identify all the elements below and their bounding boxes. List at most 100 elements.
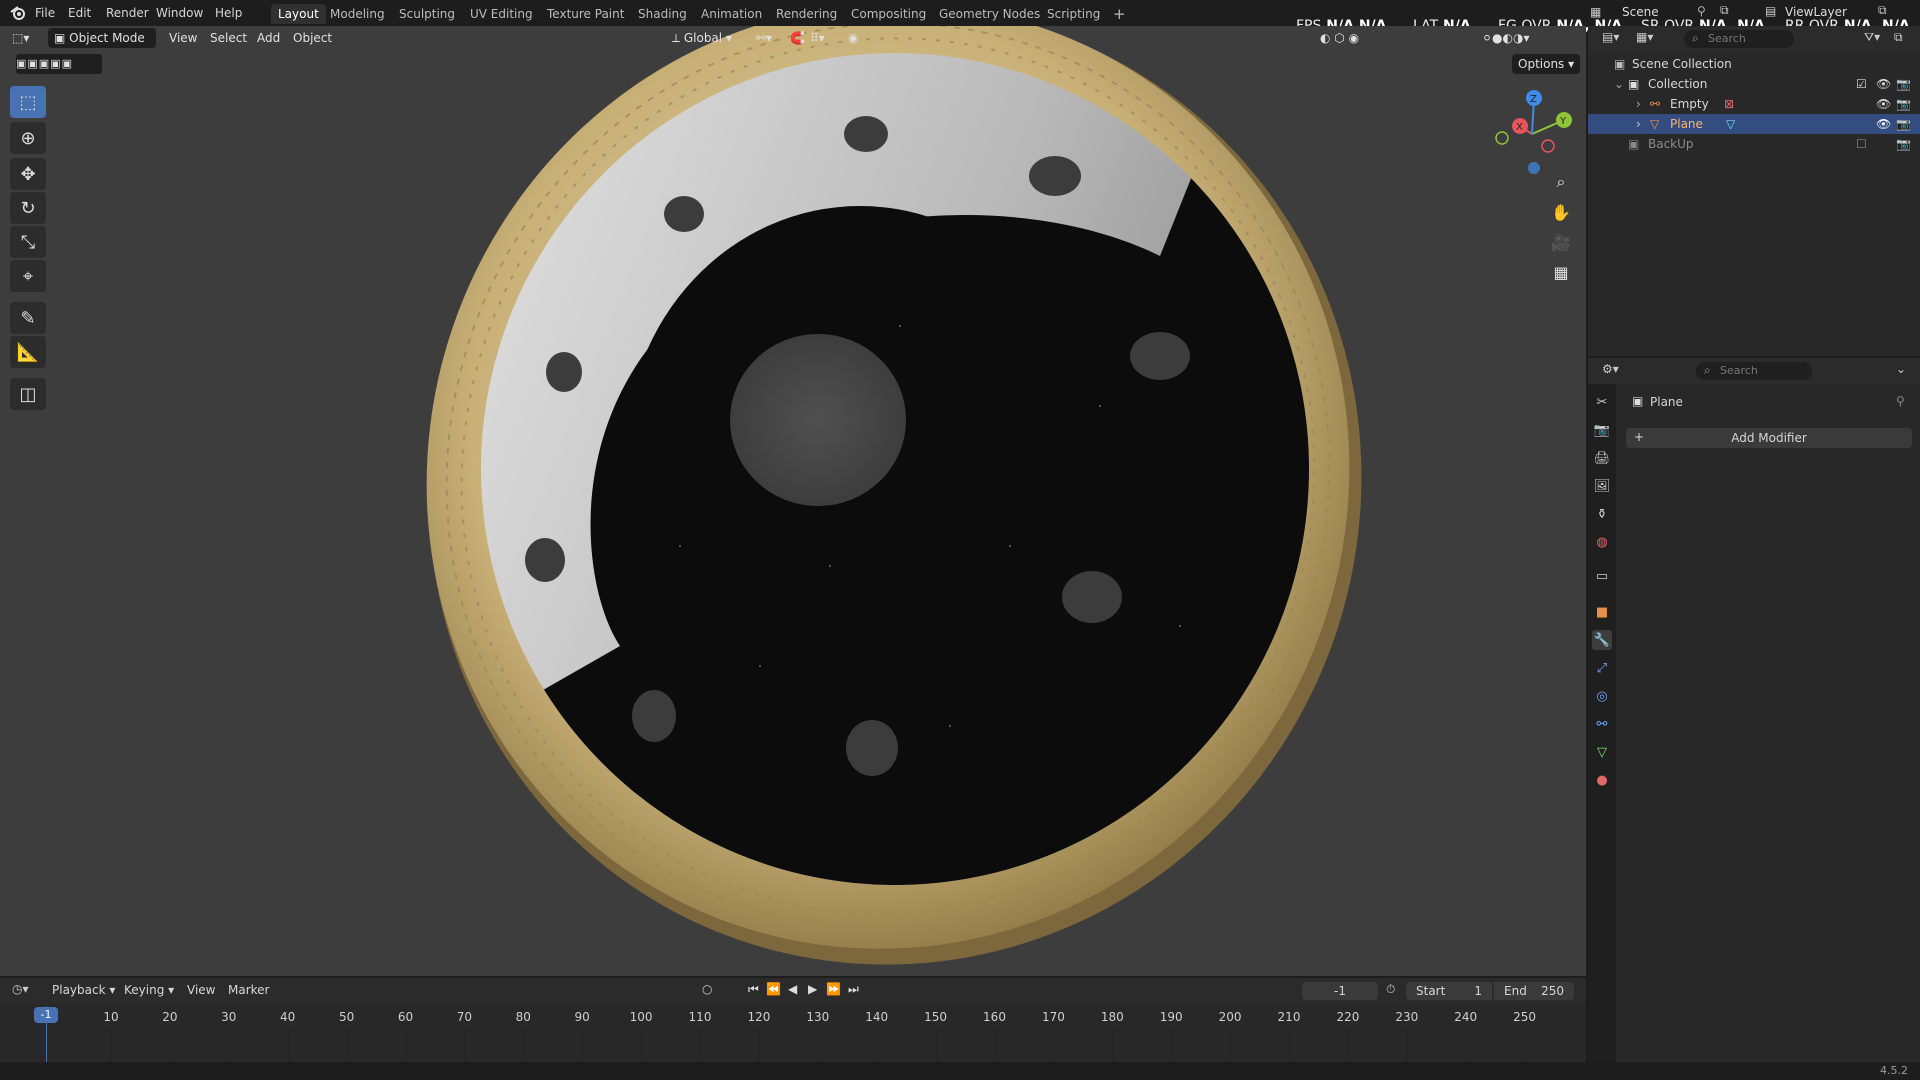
chevron-right-icon[interactable]: › [1636, 94, 1641, 114]
perspective-grid-icon[interactable]: ▦ [1547, 258, 1575, 286]
orientation-dropdown[interactable]: ⟂ Global ▾ [672, 28, 732, 48]
tab-scripting[interactable]: Scripting [1040, 4, 1107, 24]
tab-texture-paint[interactable]: Texture Paint [540, 4, 631, 24]
tab-uv-editing[interactable]: UV Editing [463, 4, 540, 24]
measure-tool[interactable]: 📐 [10, 336, 46, 368]
rotate-tool[interactable]: ↻ [10, 192, 46, 224]
tab-modeling[interactable]: Modeling [323, 4, 392, 24]
display-mode-icon[interactable]: ▦▾ [1636, 30, 1653, 44]
object-tab-icon[interactable]: ■ [1592, 602, 1612, 622]
mode-dropdown[interactable]: ▣ Object Mode ▾ [48, 28, 156, 65]
camera-icon[interactable]: 📷 [1896, 134, 1911, 154]
tab-rendering[interactable]: Rendering [769, 4, 844, 24]
chevron-down-icon[interactable]: ⌄ [1896, 362, 1906, 376]
viewlayer-field[interactable]: ViewLayer [1785, 5, 1847, 19]
jump-start-icon[interactable]: ⏮ [748, 982, 759, 997]
play-reverse-icon[interactable]: ◀ [788, 982, 797, 996]
outliner-collection[interactable]: ⌄ ▣ Collection ☑ 👁 📷 [1588, 74, 1920, 94]
stopwatch-icon[interactable]: ⏱ [1386, 982, 1395, 997]
pan-hand-icon[interactable]: ✋ [1547, 198, 1575, 226]
annotate-tool[interactable]: ✎ [10, 302, 46, 334]
play-icon[interactable]: ▶ [808, 982, 817, 996]
scene-tab-icon[interactable]: ⚱ [1592, 504, 1612, 524]
world-tab-icon[interactable]: ◍ [1592, 532, 1612, 552]
view-layer-tab-icon[interactable]: 🖼 [1592, 476, 1612, 496]
outliner-backup-collection[interactable]: ▣ BackUp ☐ 📷 [1588, 134, 1920, 154]
scale-tool[interactable]: ⤡ [10, 226, 46, 258]
add-cube-tool[interactable]: ◫ [10, 378, 46, 410]
chevron-right-icon[interactable]: › [1636, 114, 1641, 134]
tab-compositing[interactable]: Compositing [844, 4, 933, 24]
snap-icon[interactable]: 🧲 [790, 28, 805, 48]
playhead[interactable]: -1 [34, 1007, 58, 1023]
prev-keyframe-icon[interactable]: ⏪ [766, 982, 781, 996]
timeline-ruler[interactable]: 10 20 30 40 50 60 70 80 90 100 110 120 130 140 150 160 1… [0, 1004, 1586, 1062]
new-viewlayer-icon[interactable]: ⧉ [1878, 3, 1887, 18]
tab-geometry-nodes[interactable]: Geometry Nodes [932, 4, 1047, 24]
view-menu[interactable]: View [169, 28, 197, 48]
shading-modes[interactable]: ⚪●◐◑▾ [1482, 28, 1530, 48]
tab-layout[interactable]: Layout [271, 4, 326, 24]
camera-icon[interactable]: 📷 [1896, 114, 1911, 134]
camera-icon[interactable]: 📷 [1896, 94, 1911, 114]
pin-icon[interactable]: ⚲ [1697, 4, 1706, 18]
camera-view-icon[interactable]: 🎥 [1547, 228, 1575, 256]
cursor-tool[interactable]: ⊕ [10, 122, 46, 154]
keying-menu[interactable]: Keying ▾ [124, 983, 174, 997]
outliner-type-icon[interactable]: ▤▾ [1602, 30, 1619, 44]
start-frame-field[interactable]: Start 1 [1406, 982, 1492, 1000]
menu-file[interactable]: File [35, 4, 55, 22]
tab-sculpting[interactable]: Sculpting [392, 4, 462, 24]
constraints-tab-icon[interactable]: ⚯ [1592, 714, 1612, 734]
playback-menu[interactable]: Playback ▾ [52, 983, 115, 997]
select-box-tool[interactable]: ⬚ [10, 86, 46, 118]
output-tab-icon[interactable]: 🖨 [1592, 448, 1612, 468]
transform-tool[interactable]: ⌖ [10, 260, 46, 292]
jump-end-icon[interactable]: ⏭ [848, 982, 859, 997]
object-menu[interactable]: Object [293, 28, 332, 48]
tab-animation[interactable]: Animation [694, 4, 769, 24]
proportional-edit-icon[interactable]: ◉ [848, 28, 858, 48]
render-tab-icon[interactable]: 📷 [1592, 420, 1612, 440]
3d-viewport[interactable]: ⬚ ⊕ ✥ ↻ ⤡ ⌖ ✎ 📐 ◫ X Y Z ⌕ ✋ 🎥 ▦ [0, 26, 1586, 976]
pivot-icon[interactable]: ⚯▾ [756, 28, 772, 48]
modifier-tab-icon[interactable]: 🔧 [1592, 630, 1612, 650]
snap-grid-icon[interactable]: ⠿▾ [810, 28, 825, 48]
tool-tab-icon[interactable]: ✂ [1592, 392, 1612, 412]
material-tab-icon[interactable]: ● [1592, 770, 1612, 790]
physics-tab-icon[interactable]: ◎ [1592, 686, 1612, 706]
data-tab-icon[interactable]: ▽ [1592, 742, 1612, 762]
editor-type-icon[interactable]: ⬚▾ [12, 28, 38, 48]
viewport-tools-icons[interactable]: ◐ ⬡ ◉ [1320, 28, 1359, 48]
menu-help[interactable]: Help [215, 4, 242, 22]
end-frame-field[interactable]: End 250 [1494, 982, 1574, 1000]
viewlayer-icon[interactable]: ▤ [1765, 4, 1776, 18]
scene-field[interactable]: Scene [1622, 5, 1659, 19]
selection-mode-buttons[interactable]: ▣▣▣▣▣ [16, 54, 102, 74]
timeline-view-menu[interactable]: View [187, 983, 215, 997]
outliner-search-input[interactable]: ⌕ Search [1684, 30, 1794, 48]
particles-tab-icon[interactable]: ⤢ [1592, 658, 1612, 678]
move-tool[interactable]: ✥ [10, 158, 46, 190]
menu-render[interactable]: Render [106, 4, 149, 22]
filter-icon[interactable]: ⛛▾ [1864, 30, 1880, 45]
outliner-scene-collection[interactable]: ▣ Scene Collection [1588, 54, 1920, 74]
checkbox-icon[interactable]: ☑ [1856, 74, 1867, 94]
outliner-item-empty[interactable]: › ⚯ Empty ⊠ 👁 📷 [1588, 94, 1920, 114]
new-collection-icon[interactable]: ⧉ [1894, 30, 1903, 45]
menu-window[interactable]: Window [156, 4, 203, 22]
blender-logo-icon[interactable] [9, 4, 27, 22]
eye-icon[interactable]: 👁 [1876, 114, 1891, 134]
checkbox-icon[interactable]: ☐ [1856, 134, 1867, 154]
tab-shading[interactable]: Shading [631, 4, 694, 24]
chevron-down-icon[interactable]: ⌄ [1614, 74, 1624, 94]
add-modifier-button[interactable]: + Add Modifier [1626, 428, 1912, 448]
options-dropdown[interactable]: Options ▾ [1512, 54, 1581, 74]
auto-keying-icon[interactable]: ○ [702, 982, 712, 996]
add-menu[interactable]: Add [257, 28, 280, 48]
eye-icon[interactable]: 👁 [1876, 74, 1891, 94]
select-menu[interactable]: Select [210, 28, 247, 48]
zoom-icon[interactable]: ⌕ [1547, 168, 1575, 196]
current-frame-field[interactable]: -1 [1302, 982, 1378, 1000]
properties-type-icon[interactable]: ⚙▾ [1602, 362, 1619, 376]
